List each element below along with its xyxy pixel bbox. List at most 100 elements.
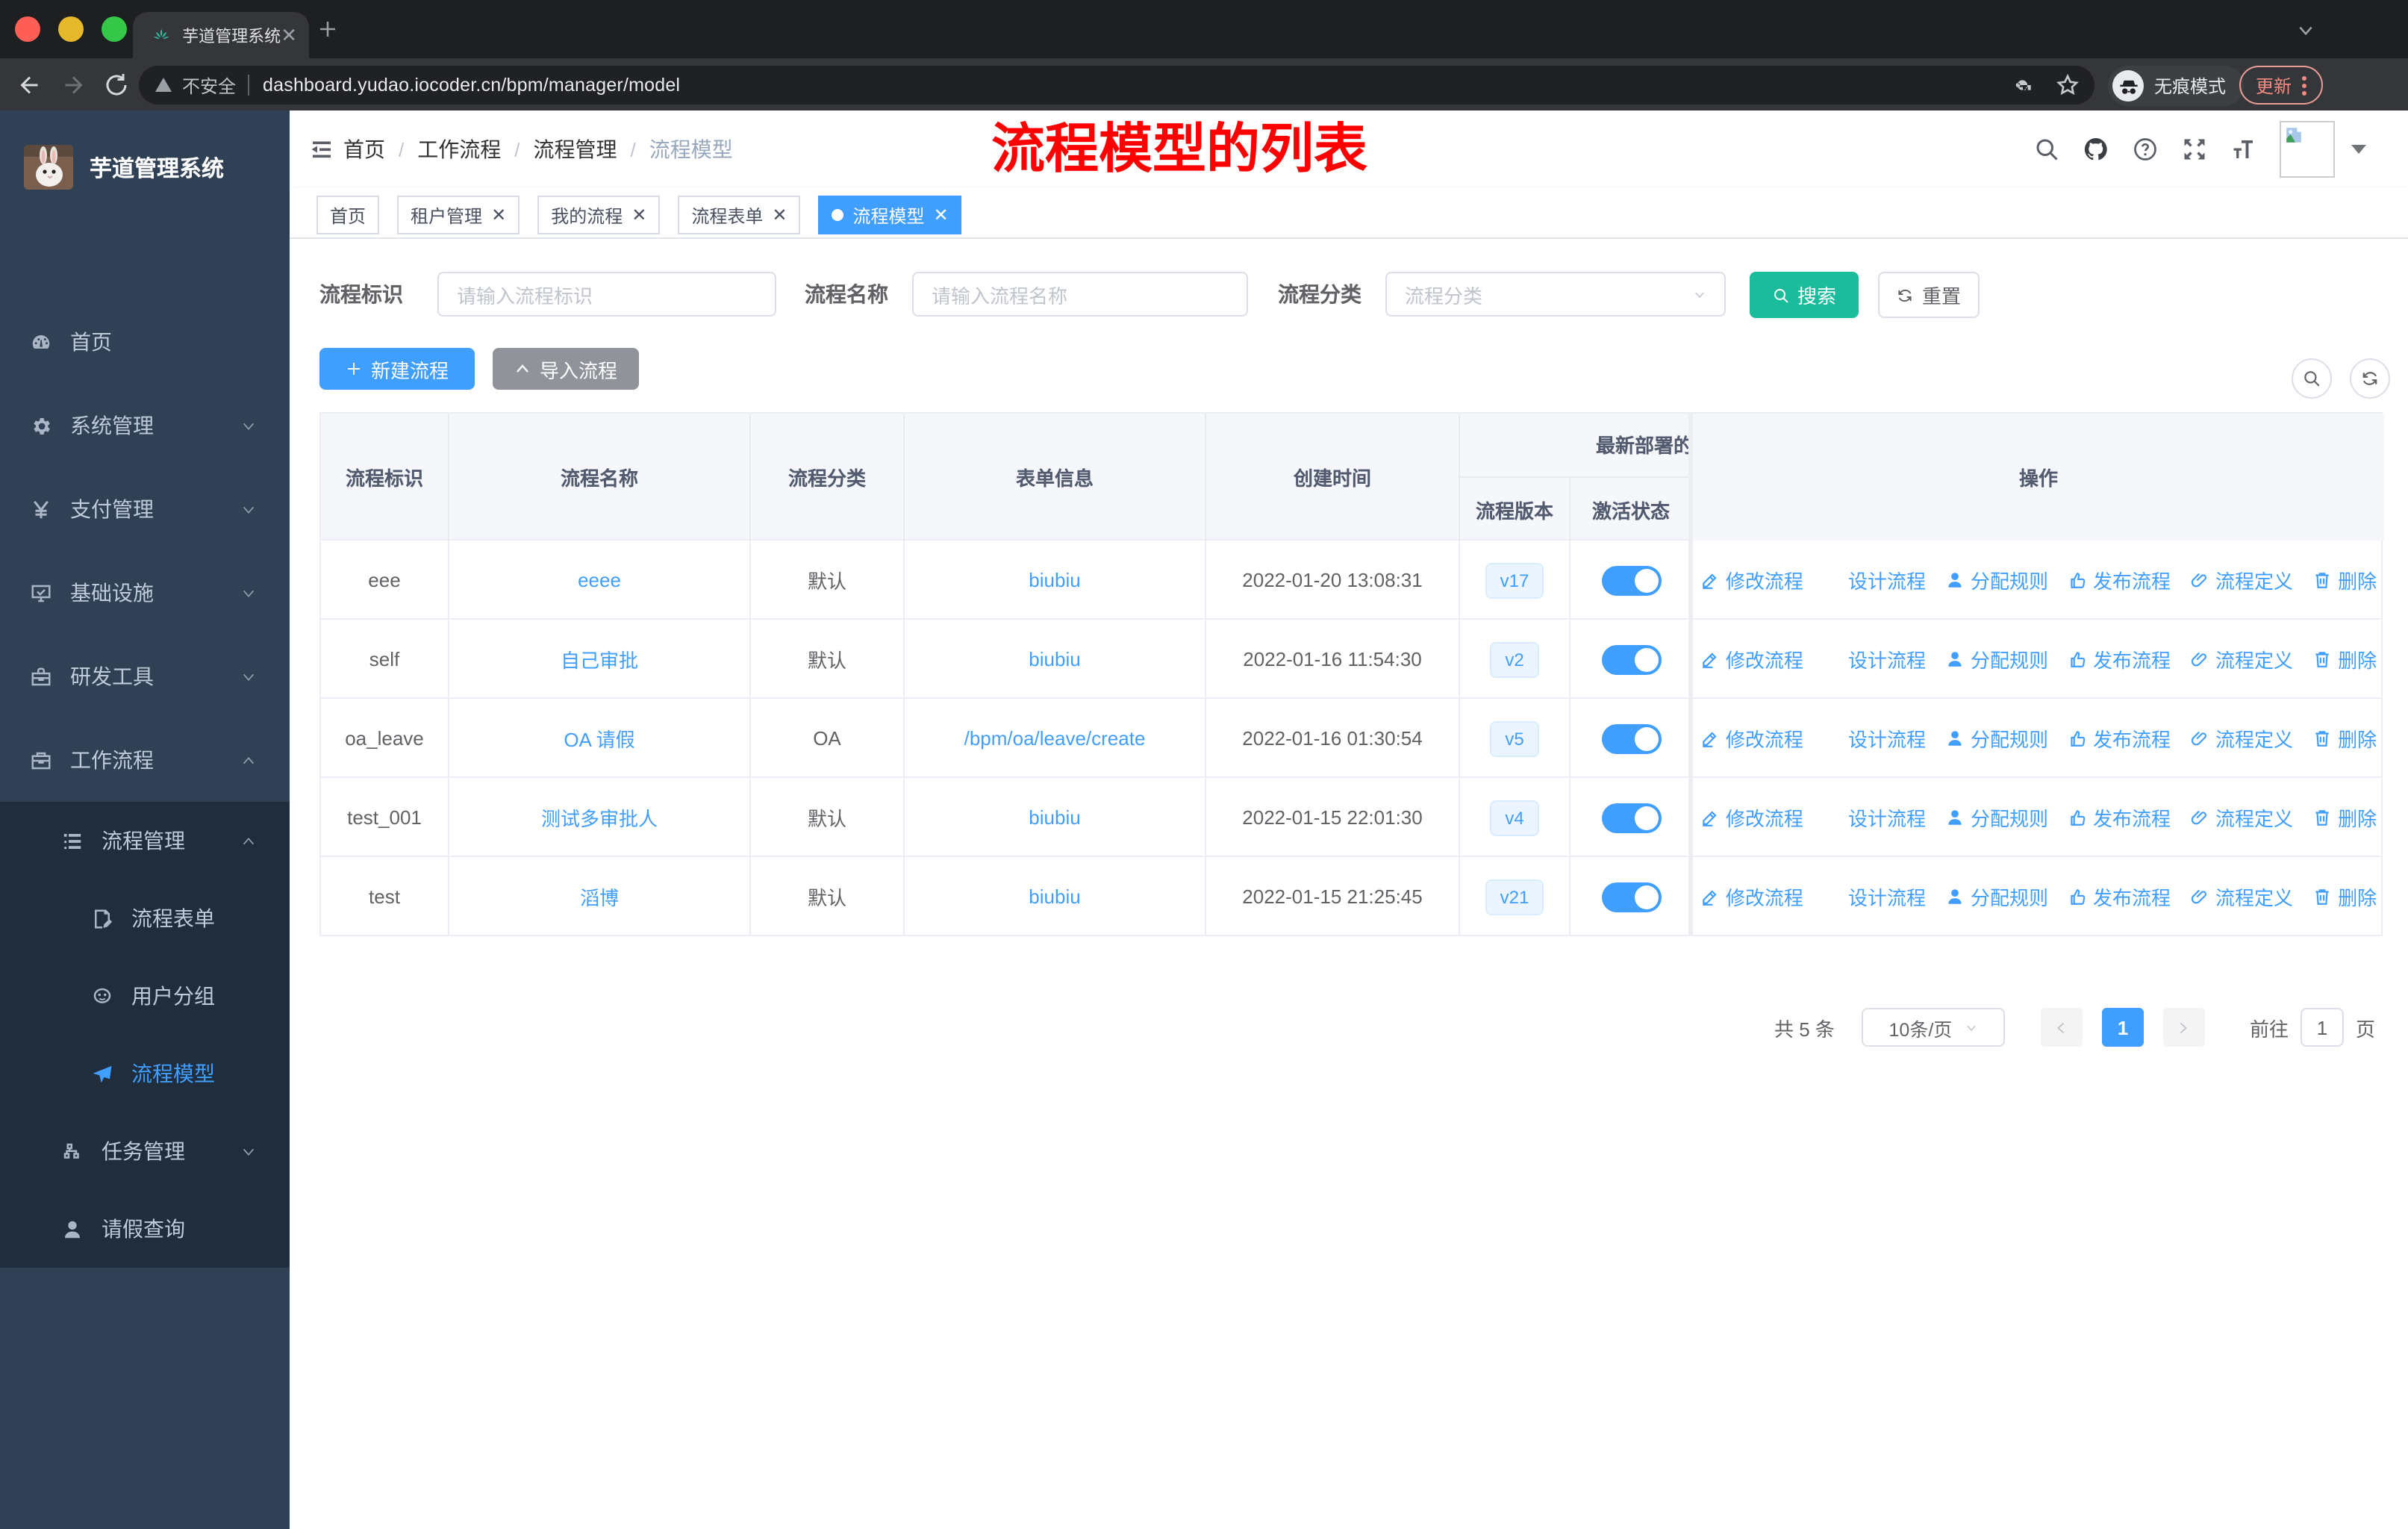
sidebar-item-首页[interactable]: 首页 bbox=[0, 300, 290, 384]
reset-button[interactable]: 重置 bbox=[1878, 272, 1980, 318]
action-流程定义[interactable]: 流程定义 bbox=[2190, 803, 2293, 832]
cell[interactable]: eeee bbox=[449, 541, 751, 620]
reload-icon[interactable] bbox=[103, 71, 130, 98]
tab-流程表单[interactable]: 流程表单 ✕ bbox=[678, 196, 801, 234]
action-流程定义[interactable]: 流程定义 bbox=[2190, 566, 2293, 594]
action-删除[interactable]: 删除 bbox=[2312, 803, 2377, 832]
minimize-window-button[interactable] bbox=[58, 16, 84, 42]
cell[interactable]: biubiu bbox=[905, 778, 1206, 857]
action-分配规则[interactable]: 分配规则 bbox=[1945, 803, 2048, 832]
action-设计流程[interactable]: 设计流程 bbox=[1823, 724, 1926, 753]
forward-icon[interactable] bbox=[60, 71, 87, 98]
filter-name-input[interactable]: 请输入流程名称 bbox=[912, 272, 1248, 317]
tab-首页[interactable]: 首页 bbox=[316, 196, 380, 234]
browser-tab[interactable]: 芋道管理系统 ✕ bbox=[133, 12, 309, 58]
action-流程定义[interactable]: 流程定义 bbox=[2190, 724, 2293, 753]
action-发布流程[interactable]: 发布流程 bbox=[2068, 645, 2171, 673]
font-size-icon[interactable] bbox=[2230, 136, 2257, 163]
action-分配规则[interactable]: 分配规则 bbox=[1945, 566, 2048, 594]
fullscreen-icon[interactable] bbox=[2181, 136, 2208, 163]
tab-租户管理[interactable]: 租户管理 ✕ bbox=[397, 196, 520, 234]
tab-close-icon[interactable]: ✕ bbox=[934, 205, 949, 225]
goto-page-input[interactable]: 1 bbox=[2300, 1008, 2344, 1047]
filter-category-select[interactable]: 流程分类 bbox=[1385, 272, 1726, 317]
import-process-button[interactable]: 导入流程 bbox=[493, 348, 639, 390]
action-分配规则[interactable]: 分配规则 bbox=[1945, 645, 2048, 673]
cell[interactable]: 滔博 bbox=[449, 857, 751, 936]
prev-page-button[interactable] bbox=[2040, 1008, 2083, 1047]
sidebar-item-工作流程[interactable]: 工作流程 bbox=[0, 718, 290, 802]
tab-流程模型[interactable]: 流程模型 ✕ bbox=[818, 196, 962, 234]
avatar-caret-icon[interactable] bbox=[2351, 145, 2366, 154]
action-设计流程[interactable]: 设计流程 bbox=[1823, 882, 1926, 911]
action-设计流程[interactable]: 设计流程 bbox=[1823, 566, 1926, 594]
bookmark-star-icon[interactable] bbox=[2056, 73, 2080, 97]
cell[interactable]: /bpm/oa/leave/create bbox=[905, 699, 1206, 778]
filter-id-input[interactable]: 请输入流程标识 bbox=[437, 272, 776, 317]
zoom-window-button[interactable] bbox=[102, 16, 127, 42]
cell[interactable]: OA 请假 bbox=[449, 699, 751, 778]
active-toggle[interactable] bbox=[1601, 882, 1661, 912]
browser-menu-icon[interactable] bbox=[2302, 75, 2306, 95]
breadcrumb-item[interactable]: 首页 bbox=[343, 134, 385, 164]
sidebar-item-任务管理[interactable]: 任务管理 bbox=[0, 1112, 290, 1190]
active-toggle[interactable] bbox=[1601, 723, 1661, 753]
active-toggle[interactable] bbox=[1601, 803, 1661, 832]
breadcrumb-item[interactable]: 工作流程 bbox=[417, 134, 501, 164]
action-发布流程[interactable]: 发布流程 bbox=[2068, 566, 2171, 594]
new-tab-button[interactable] bbox=[316, 18, 339, 40]
create-process-button[interactable]: 新建流程 bbox=[319, 348, 475, 390]
cell[interactable]: biubiu bbox=[905, 620, 1206, 699]
tab-我的流程[interactable]: 我的流程 ✕ bbox=[537, 196, 661, 234]
action-修改流程[interactable]: 修改流程 bbox=[1700, 566, 1803, 594]
action-流程定义[interactable]: 流程定义 bbox=[2190, 645, 2293, 673]
breadcrumb-item[interactable]: 流程管理 bbox=[534, 134, 617, 164]
action-分配规则[interactable]: 分配规则 bbox=[1945, 724, 2048, 753]
action-修改流程[interactable]: 修改流程 bbox=[1700, 882, 1803, 911]
help-icon[interactable] bbox=[2132, 136, 2159, 163]
current-page-button[interactable]: 1 bbox=[2101, 1008, 2144, 1047]
security-label[interactable]: 不安全 bbox=[182, 72, 236, 98]
cell[interactable]: biubiu bbox=[905, 541, 1206, 620]
sidebar-item-流程管理[interactable]: 流程管理 bbox=[0, 802, 290, 879]
sidebar-item-系统管理[interactable]: 系统管理 bbox=[0, 384, 290, 467]
search-button[interactable]: 搜索 bbox=[1750, 272, 1859, 318]
page-size-select[interactable]: 10条/页 bbox=[1861, 1008, 2005, 1047]
close-window-button[interactable] bbox=[15, 16, 40, 42]
browser-update-button[interactable]: 更新 bbox=[2239, 66, 2323, 105]
sidebar-logo[interactable]: 芋道管理系统 bbox=[0, 110, 290, 190]
active-toggle[interactable] bbox=[1601, 644, 1661, 674]
action-发布流程[interactable]: 发布流程 bbox=[2068, 724, 2171, 753]
action-发布流程[interactable]: 发布流程 bbox=[2068, 803, 2171, 832]
sidebar-item-用户分组[interactable]: 用户分组 bbox=[0, 957, 290, 1035]
action-删除[interactable]: 删除 bbox=[2312, 566, 2377, 594]
table-search-button[interactable] bbox=[2292, 358, 2332, 399]
sidebar-item-流程表单[interactable]: 流程表单 bbox=[0, 879, 290, 957]
sidebar-item-基础设施[interactable]: 基础设施 bbox=[0, 551, 290, 635]
github-icon[interactable] bbox=[2083, 136, 2109, 163]
action-修改流程[interactable]: 修改流程 bbox=[1700, 724, 1803, 753]
table-refresh-button[interactable] bbox=[2350, 358, 2390, 399]
cell[interactable]: 测试多审批人 bbox=[449, 778, 751, 857]
next-page-button[interactable] bbox=[2162, 1008, 2205, 1047]
cell[interactable]: 自己审批 bbox=[449, 620, 751, 699]
sidebar-item-研发工具[interactable]: 研发工具 bbox=[0, 635, 290, 718]
action-修改流程[interactable]: 修改流程 bbox=[1700, 645, 1803, 673]
action-设计流程[interactable]: 设计流程 bbox=[1823, 645, 1926, 673]
back-icon[interactable] bbox=[16, 71, 43, 98]
action-分配规则[interactable]: 分配规则 bbox=[1945, 882, 2048, 911]
active-toggle[interactable] bbox=[1601, 565, 1661, 595]
security-warning-icon[interactable] bbox=[154, 76, 173, 94]
action-流程定义[interactable]: 流程定义 bbox=[2190, 882, 2293, 911]
sidebar-collapse-icon[interactable] bbox=[308, 136, 336, 163]
tab-search-chevron-icon[interactable] bbox=[2296, 21, 2315, 40]
cell[interactable]: biubiu bbox=[905, 857, 1206, 936]
sidebar-item-支付管理[interactable]: 支付管理 bbox=[0, 467, 290, 551]
search-icon[interactable] bbox=[2033, 136, 2060, 163]
sidebar-item-流程模型[interactable]: 流程模型 bbox=[0, 1035, 290, 1112]
action-删除[interactable]: 删除 bbox=[2312, 645, 2377, 673]
action-删除[interactable]: 删除 bbox=[2312, 724, 2377, 753]
password-key-icon[interactable] bbox=[2011, 73, 2035, 97]
action-发布流程[interactable]: 发布流程 bbox=[2068, 882, 2171, 911]
avatar[interactable] bbox=[2280, 121, 2335, 178]
